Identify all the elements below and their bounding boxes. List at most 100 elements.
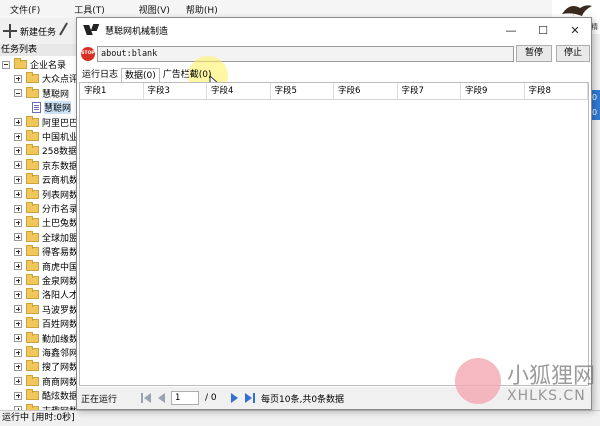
tree-item[interactable]: 大众点评网: [14, 71, 80, 86]
tree-item[interactable]: 洛阳人才网: [14, 287, 80, 302]
first-page-icon[interactable]: [141, 392, 151, 404]
expand-icon[interactable]: [14, 348, 22, 357]
expand-icon[interactable]: [14, 233, 22, 242]
expand-icon[interactable]: [14, 204, 22, 213]
collapse-icon[interactable]: [14, 89, 22, 98]
prev-page-icon[interactable]: [155, 392, 165, 404]
tree-item[interactable]: 中国机业: [14, 129, 78, 144]
menu-file[interactable]: 文件(F): [2, 3, 48, 16]
tree-item-label: 百姓网数据: [42, 320, 80, 331]
tree-item[interactable]: 马波罗数据: [14, 302, 80, 317]
expand-icon[interactable]: [14, 319, 22, 328]
expand-icon[interactable]: [14, 118, 22, 127]
tree-item[interactable]: 勤加缘数据: [14, 331, 80, 346]
tree-item-label: 马波罗数据: [42, 305, 80, 316]
app-logo-icon: [85, 24, 99, 36]
folder-icon: [26, 202, 39, 213]
expand-icon[interactable]: [14, 132, 22, 141]
tree-item-label: 搜了网数据: [42, 363, 80, 374]
folder-icon: [26, 360, 39, 372]
maximize-button[interactable]: ☐: [527, 18, 559, 42]
tree-item[interactable]: 搜了网数据: [14, 359, 80, 374]
tree-item[interactable]: 商虎中国数: [14, 259, 80, 274]
doc-icon: [32, 102, 41, 114]
tree-item-label: 企业名录: [30, 61, 67, 71]
close-button[interactable]: ✕: [559, 18, 591, 42]
folder-icon: [26, 130, 39, 141]
folder-icon: [26, 216, 39, 228]
tree-item[interactable]: 列表网数据: [14, 187, 80, 202]
tab-ad-block[interactable]: 广告栏截(0): [160, 68, 215, 82]
tree-item[interactable]: 土巴兔数据: [14, 215, 80, 230]
task-list-title: 任务列表: [0, 44, 80, 56]
tree-item[interactable]: 金泉网数据: [14, 273, 80, 288]
tree-item[interactable]: 慧聪网: [26, 100, 72, 115]
expand-icon[interactable]: [14, 190, 22, 199]
tree-item-label: 金泉网数据: [42, 277, 80, 287]
tree-item-label: 商虎中国数: [42, 262, 80, 273]
tree-item[interactable]: 百姓网数据: [14, 316, 80, 331]
tree-item[interactable]: 得客易数据: [14, 244, 80, 259]
tree-item-label: 海鑫邻网数: [42, 349, 80, 359]
stop-sign-icon[interactable]: STOP: [81, 47, 95, 61]
grid-header: 字段1 字段3 字段4 字段5 字段6 字段7 字段9 字段8: [80, 83, 588, 100]
tree-item[interactable]: 258数据采: [14, 143, 80, 158]
expand-icon[interactable]: [14, 175, 22, 184]
next-page-icon[interactable]: [231, 392, 241, 404]
tree-item[interactable]: 分市名录采: [14, 201, 80, 216]
minimize-button[interactable]: —: [495, 18, 527, 42]
pencil-icon[interactable]: [59, 22, 75, 40]
task-tree: 企业名录大众点评网慧聪网慧聪网阿里巴巴中中国机业 258数据采京东数据采云商机数据…: [0, 56, 80, 416]
tree-item[interactable]: 商商网数据: [14, 374, 80, 389]
expand-icon[interactable]: [14, 276, 22, 285]
expand-icon[interactable]: [14, 262, 22, 271]
stop-button[interactable]: 停止: [556, 45, 590, 62]
tab-data[interactable]: 数据(0): [121, 68, 160, 82]
column-header[interactable]: 字段8: [525, 83, 588, 99]
expand-icon[interactable]: [14, 305, 22, 314]
last-page-icon[interactable]: [245, 392, 255, 404]
column-header[interactable]: 字段1: [80, 83, 144, 99]
menu-view[interactable]: 视图(V): [131, 3, 178, 16]
expand-icon[interactable]: [14, 74, 22, 83]
tab-run-log[interactable]: 运行日志: [79, 68, 121, 82]
column-header[interactable]: 字段9: [461, 83, 525, 99]
expand-icon[interactable]: [14, 146, 22, 155]
tree-item[interactable]: 阿里巴巴中: [14, 115, 80, 130]
expand-icon[interactable]: [14, 247, 22, 256]
expand-icon[interactable]: [14, 218, 22, 227]
address-input[interactable]: about:blank: [97, 46, 514, 62]
expand-icon[interactable]: [14, 391, 22, 400]
tree-item[interactable]: 全球加盟网: [14, 230, 80, 245]
menu-tools[interactable]: 工具(T): [66, 3, 113, 16]
column-header[interactable]: 字段4: [207, 83, 271, 99]
data-grid[interactable]: 字段1 字段3 字段4 字段5 字段6 字段7 字段9 字段8: [79, 82, 589, 386]
expand-icon[interactable]: [14, 161, 22, 170]
folder-icon: [26, 86, 39, 98]
tree-item[interactable]: 企业名录: [2, 57, 66, 72]
pause-button[interactable]: 暂停: [516, 45, 552, 62]
tree-item[interactable]: 酷炫数据采: [14, 388, 80, 403]
column-header[interactable]: 字段6: [334, 83, 398, 99]
expand-icon[interactable]: [14, 362, 22, 371]
tree-item[interactable]: 云商机数据: [14, 172, 80, 187]
tab-strip: 运行日志 数据(0) 广告栏截(0): [77, 68, 591, 82]
fox-logo-icon: [455, 358, 501, 404]
expand-icon[interactable]: [14, 334, 22, 343]
column-header[interactable]: 字段7: [398, 83, 461, 99]
title-bar[interactable]: 慧聪网机械制造 — ☐ ✕: [77, 18, 591, 42]
tree-item-label: 京东数据采: [42, 161, 80, 172]
new-task-button[interactable]: 新建任务: [20, 25, 56, 38]
address-bar: STOP about:blank 暂停 停止: [77, 44, 591, 66]
column-header[interactable]: 字段5: [271, 83, 334, 99]
tree-item[interactable]: 京东数据采: [14, 158, 80, 173]
collapse-icon[interactable]: [2, 60, 10, 69]
tree-item-label: 云商机数据: [42, 176, 80, 187]
page-number-input[interactable]: 1: [171, 391, 199, 405]
tree-item[interactable]: 海鑫邻网数: [14, 345, 80, 360]
expand-icon[interactable]: [14, 377, 22, 386]
tree-item[interactable]: 慧聪网: [14, 86, 69, 101]
column-header[interactable]: 字段3: [144, 83, 207, 99]
expand-icon[interactable]: [14, 290, 22, 299]
menu-help[interactable]: 帮助(H): [178, 3, 226, 16]
